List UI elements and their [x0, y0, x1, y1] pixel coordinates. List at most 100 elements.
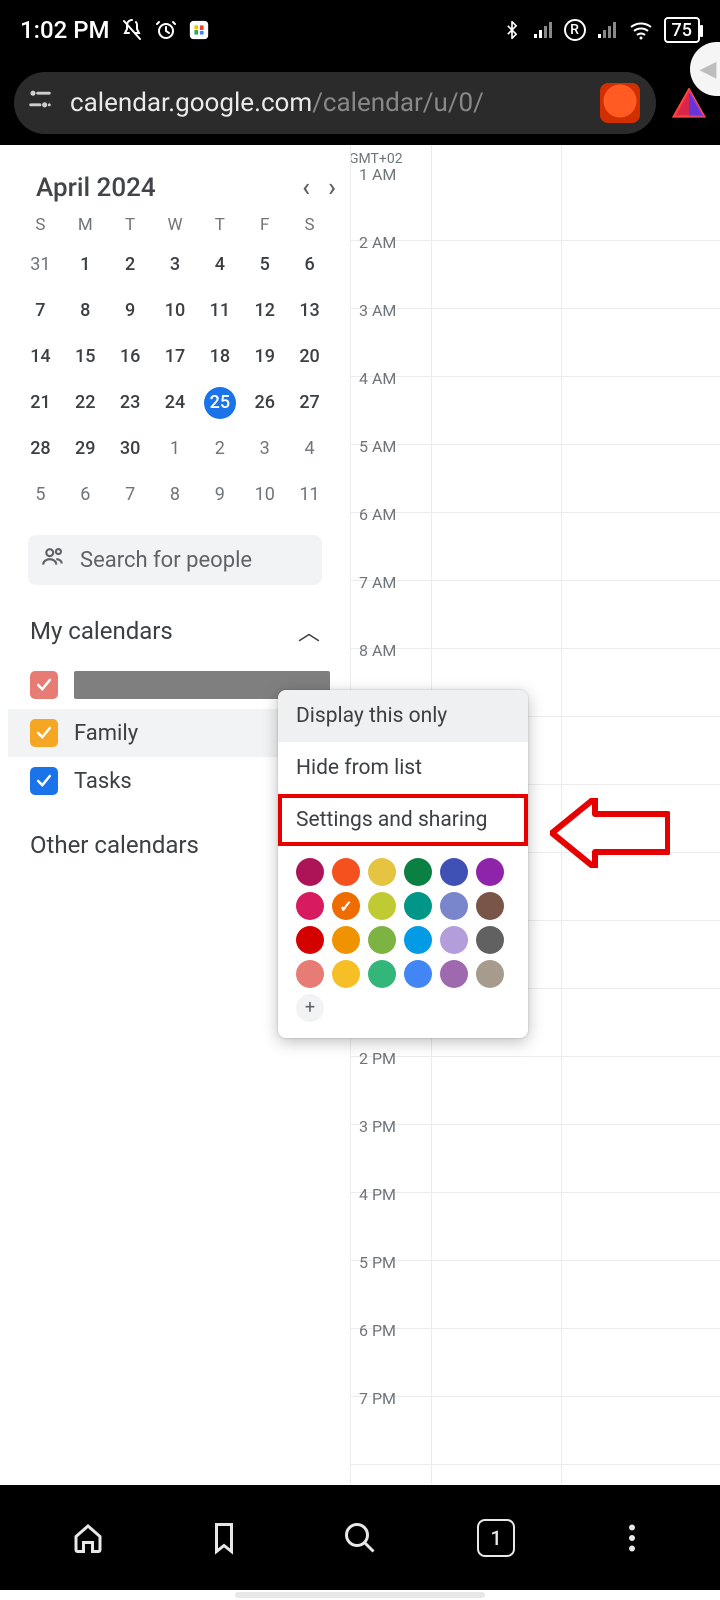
day-cell[interactable]: 29 — [69, 433, 101, 465]
checkbox-icon[interactable] — [30, 671, 58, 699]
day-cell[interactable]: 11 — [204, 295, 236, 327]
color-swatch[interactable] — [440, 926, 468, 954]
color-swatch[interactable] — [332, 858, 360, 886]
color-swatch[interactable] — [440, 960, 468, 988]
hour-row[interactable]: 2 PM — [351, 1057, 720, 1125]
day-cell[interactable]: 6 — [294, 249, 326, 281]
day-cell[interactable]: 3 — [159, 249, 191, 281]
hour-row[interactable]: 6 PM — [351, 1329, 720, 1397]
day-cell[interactable]: 30 — [114, 433, 146, 465]
day-cell[interactable]: 2 — [114, 249, 146, 281]
day-cell[interactable]: 7 — [114, 479, 146, 511]
day-cell[interactable]: 25 — [204, 387, 236, 419]
hour-row[interactable]: 3 PM — [351, 1125, 720, 1193]
hour-row[interactable]: 2 AM — [351, 241, 720, 309]
day-cell[interactable]: 27 — [294, 387, 326, 419]
day-cell[interactable]: 9 — [114, 295, 146, 327]
hour-row[interactable]: 5 PM — [351, 1261, 720, 1329]
menu-hide-from-list[interactable]: Hide from list — [278, 742, 528, 794]
day-cell[interactable]: 14 — [24, 341, 56, 373]
checkbox-icon[interactable] — [30, 719, 58, 747]
day-cell[interactable]: 19 — [249, 341, 281, 373]
day-cell[interactable]: 17 — [159, 341, 191, 373]
people-search[interactable]: Search for people — [28, 535, 322, 585]
hour-row[interactable]: 1 AM — [351, 173, 720, 241]
my-calendars-header[interactable]: My calendars ︿ — [8, 585, 342, 661]
color-swatch[interactable] — [332, 892, 360, 920]
day-cell[interactable]: 8 — [159, 479, 191, 511]
menu-display-only[interactable]: Display this only — [278, 690, 528, 742]
mini-calendar[interactable]: SMTWTFS311234567891011121314151617181920… — [8, 211, 342, 519]
day-cell[interactable]: 2 — [204, 433, 236, 465]
day-cell[interactable]: 31 — [24, 249, 56, 281]
day-cell[interactable]: 3 — [249, 433, 281, 465]
day-cell[interactable]: 9 — [204, 479, 236, 511]
checkbox-icon[interactable] — [30, 767, 58, 795]
day-cell[interactable]: 20 — [294, 341, 326, 373]
next-month-button[interactable]: › — [328, 173, 336, 203]
menu-settings-and-sharing[interactable]: Settings and sharing — [278, 794, 528, 846]
day-cell[interactable]: 5 — [249, 249, 281, 281]
day-cell[interactable]: 10 — [159, 295, 191, 327]
day-cell[interactable]: 5 — [24, 479, 56, 511]
add-color-button[interactable]: + — [296, 994, 324, 1022]
brave-shields-icon[interactable] — [600, 83, 640, 123]
color-swatch[interactable] — [476, 960, 504, 988]
color-swatch[interactable] — [440, 892, 468, 920]
color-swatch[interactable] — [332, 926, 360, 954]
hour-row[interactable]: 4 PM — [351, 1193, 720, 1261]
day-cell[interactable]: 16 — [114, 341, 146, 373]
color-swatch[interactable] — [404, 926, 432, 954]
day-cell[interactable]: 7 — [24, 295, 56, 327]
color-swatch[interactable] — [476, 858, 504, 886]
color-swatch[interactable] — [296, 960, 324, 988]
day-cell[interactable]: 23 — [114, 387, 146, 419]
color-swatch[interactable] — [368, 960, 396, 988]
day-cell[interactable]: 21 — [24, 387, 56, 419]
day-cell[interactable]: 22 — [69, 387, 101, 419]
color-swatch[interactable] — [404, 960, 432, 988]
day-cell[interactable]: 12 — [249, 295, 281, 327]
day-cell[interactable]: 1 — [69, 249, 101, 281]
color-swatch[interactable] — [332, 960, 360, 988]
tabs-button[interactable]: 1 — [474, 1516, 518, 1560]
home-button[interactable] — [66, 1516, 110, 1560]
day-cell[interactable]: 18 — [204, 341, 236, 373]
day-cell[interactable]: 13 — [294, 295, 326, 327]
bookmark-button[interactable] — [202, 1516, 246, 1560]
day-cell[interactable]: 28 — [24, 433, 56, 465]
day-cell[interactable]: 1 — [159, 433, 191, 465]
day-cell[interactable]: 4 — [294, 433, 326, 465]
color-swatch[interactable] — [476, 926, 504, 954]
menu-button[interactable] — [610, 1516, 654, 1560]
color-swatch[interactable] — [368, 892, 396, 920]
color-swatch[interactable] — [296, 858, 324, 886]
day-cell[interactable]: 24 — [159, 387, 191, 419]
day-cell[interactable]: 6 — [69, 479, 101, 511]
color-swatch[interactable] — [368, 926, 396, 954]
color-swatch[interactable] — [296, 926, 324, 954]
hour-row[interactable]: 3 AM — [351, 309, 720, 377]
day-cell[interactable]: 4 — [204, 249, 236, 281]
day-cell[interactable]: 15 — [69, 341, 101, 373]
prev-month-button[interactable]: ‹ — [302, 173, 310, 203]
day-cell[interactable]: 8 — [69, 295, 101, 327]
hour-row[interactable]: 7 AM — [351, 581, 720, 649]
site-controls-icon[interactable] — [26, 85, 58, 120]
color-swatch[interactable] — [368, 858, 396, 886]
color-swatch[interactable] — [404, 858, 432, 886]
hour-row[interactable]: 6 AM — [351, 513, 720, 581]
address-bar[interactable]: calendar.google.com/calendar/u/0/ — [14, 72, 656, 134]
hour-row[interactable]: 5 AM — [351, 445, 720, 513]
color-swatch[interactable] — [296, 892, 324, 920]
color-swatch[interactable] — [476, 892, 504, 920]
hour-row[interactable]: 4 AM — [351, 377, 720, 445]
search-button[interactable] — [338, 1516, 382, 1560]
brave-rewards-icon[interactable] — [672, 88, 706, 118]
color-swatch[interactable] — [404, 892, 432, 920]
day-cell[interactable]: 11 — [294, 479, 326, 511]
color-swatch[interactable] — [440, 858, 468, 886]
day-cell[interactable]: 26 — [249, 387, 281, 419]
day-cell[interactable]: 10 — [249, 479, 281, 511]
hour-row[interactable]: 7 PM — [351, 1397, 720, 1465]
